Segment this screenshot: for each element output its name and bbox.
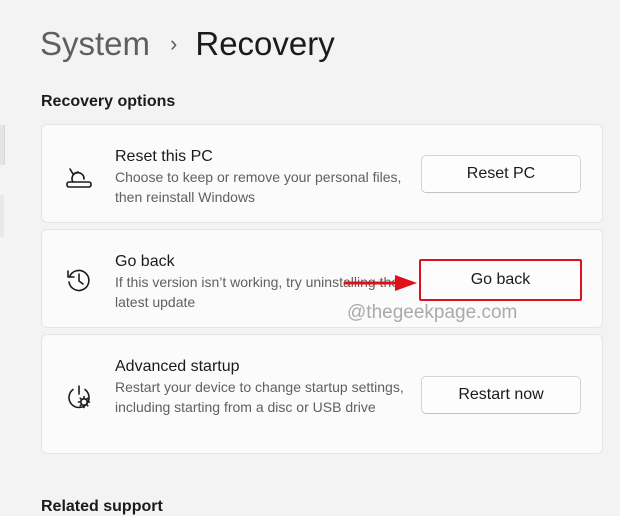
page-title: Recovery	[195, 25, 335, 62]
breadcrumb: System › Recovery	[40, 20, 335, 68]
red-arrow-annotation	[343, 275, 417, 291]
nav-pane-edge-lower	[0, 195, 4, 237]
go-back-button[interactable]: Go back	[419, 259, 582, 301]
reset-pc-icon	[64, 161, 94, 191]
reset-pc-description: Choose to keep or remove your personal f…	[115, 169, 402, 205]
restart-now-button[interactable]: Restart now	[421, 376, 581, 414]
recovery-options-heading: Recovery options	[41, 93, 176, 110]
advanced-startup-card: Advanced startup Restart your device to …	[41, 334, 603, 454]
go-back-card: Go back If this version isn’t working, t…	[41, 229, 603, 328]
advanced-startup-title: Advanced startup	[115, 358, 240, 375]
go-back-title: Go back	[115, 253, 175, 270]
reset-pc-card: Reset this PC Choose to keep or remove y…	[41, 124, 603, 223]
nav-pane-edge	[0, 125, 5, 165]
related-support-heading: Related support	[41, 498, 163, 515]
history-icon	[64, 265, 94, 295]
breadcrumb-system-link[interactable]: System	[40, 25, 150, 63]
breadcrumb-chevron-icon: ›	[170, 31, 178, 56]
advanced-startup-icon	[64, 382, 94, 412]
watermark: @thegeekpage.com	[347, 302, 518, 323]
reset-pc-button[interactable]: Reset PC	[421, 155, 581, 193]
reset-pc-title: Reset this PC	[115, 148, 213, 165]
advanced-startup-description: Restart your device to change startup se…	[115, 379, 404, 415]
